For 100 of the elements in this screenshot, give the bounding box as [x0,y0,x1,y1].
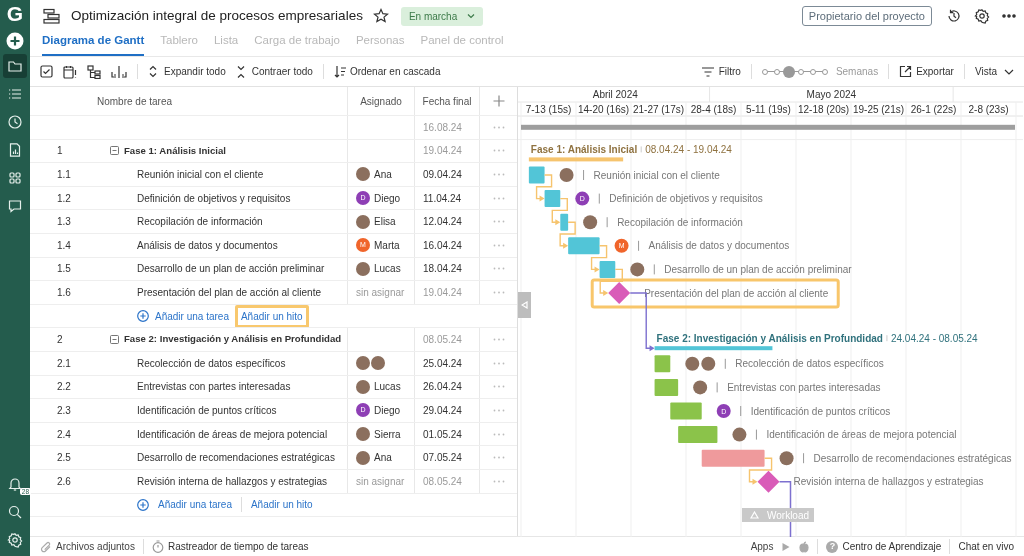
assignee-name: Ana [374,451,392,466]
task-name: Desarrollo de recomendaciones estratégicas [137,451,335,466]
add-icon[interactable] [6,32,24,50]
zoom-slider[interactable] [761,65,828,78]
week-label: 2-8 (23s) [968,103,1009,115]
phase-dates: 24.04.24 - 08.05.24 [890,333,978,345]
task-label: Recopilación de información [617,216,743,228]
logo[interactable]: G [6,2,24,26]
export-icon [899,65,913,78]
avatar-photo [693,380,708,395]
tab[interactable]: Diagrama de Gantt [42,32,145,56]
task-name: Recolección de datos específicos [137,356,286,371]
more-icon[interactable] [1002,14,1016,18]
date-cell-text: 11.04.24 [423,191,462,206]
live-chat-link[interactable]: Chat en vivo [958,539,1014,554]
paperclip-icon [40,540,52,553]
apple-icon[interactable] [799,540,810,553]
milestone-label: Presentación del plan de acción al cliente [644,287,829,299]
assignee-name: Ana [374,168,392,182]
time-tracker-link[interactable]: Rastreador de tiempo de tareas [151,539,309,554]
task-name: Reunión inicial con el cliente [137,168,264,182]
add-task-link[interactable]: Añadir una tarea [152,307,232,325]
star-icon[interactable] [372,8,389,24]
add-milestone-link[interactable]: Añadir un hito [247,496,316,514]
date-cell-text: 09.04.24 [423,168,462,182]
hierarchy-icon[interactable] [87,64,101,79]
assignee-name: sin asignar [356,474,405,489]
add-milestone-link[interactable]: Añadir un hito [234,304,309,328]
checkbox-icon[interactable] [40,65,53,78]
milestone-label: Revisión interna de hallazgos y estrategias [793,476,984,488]
help-icon: ? [826,540,839,553]
history-icon[interactable] [946,8,962,24]
task-name: Presentación del plan de acción al cliente [137,285,321,300]
task-label: Identificación de áreas de mejora potencial [766,429,957,441]
add-task-link[interactable]: Añadir una tarea [155,496,235,514]
settings-icon[interactable] [974,8,990,24]
caret-icon [1004,68,1014,75]
chat-icon [7,198,23,214]
avatar-photo [356,379,370,394]
grid-icon [7,170,23,186]
task-name: Identificación de puntos críticos [137,403,277,418]
week-label: 12-18 (20s) [797,103,850,115]
toolbar-button[interactable]: Expandir todo [148,64,226,79]
week-label: 21-27 (17s) [632,103,685,115]
task-name: Definición de objetivos y requisitos [137,191,291,206]
task-label: Identificación de puntos críticos [750,405,891,417]
gantt-icon [43,8,61,24]
attachments-link[interactable]: Archivos adjuntos [40,539,135,554]
task-number: 2.1 [57,356,71,371]
task-name: Identificación de áreas de mejora potencial [137,427,328,442]
help-link[interactable]: ? Centro de Aprendizaje [826,539,942,554]
task-number: 2.5 [57,451,71,466]
filter-button[interactable]: Filtro [700,64,741,79]
toolbar-button[interactable]: Ordenar en cascada [333,64,441,79]
avatar-photo [583,215,598,230]
task-number: 1.3 [57,215,71,230]
sidebar-item[interactable] [3,54,27,78]
avatar-photo [356,450,370,465]
play-icon[interactable] [781,541,792,552]
task-name: Recopilación de información [137,215,263,230]
filter-icon [700,65,715,78]
bell-icon[interactable] [7,476,23,492]
date-cell-text: 29.04.24 [423,403,462,418]
date-cell-text: 08.05.24 [423,333,462,348]
avatar-photo [779,451,794,466]
stopwatch-icon [151,540,164,553]
date-cell-text: 25.04.24 [423,356,462,371]
column-width-icon[interactable] [111,64,127,79]
apps-label: Apps [750,540,774,554]
owner-button[interactable]: Propietario del proyecto [801,5,932,27]
clock-icon [7,114,23,130]
search-icon[interactable] [7,504,23,520]
export-button[interactable]: Exportar [899,64,954,79]
task-label: Entrevistas con partes interesadas [727,381,881,393]
avatar-photo [559,168,574,182]
panel-toggle-button[interactable] [518,292,531,318]
assignee-name: Elisa [374,215,396,230]
collapse-icon[interactable] [110,146,119,156]
task-name: Desarrollo de un plan de acción preliminar [137,262,325,277]
list-icon [7,86,23,102]
assignee-name: sin asignar [356,285,405,300]
avatar-photo [356,356,370,371]
view-dropdown[interactable]: Vista [974,64,1014,79]
add-column-icon[interactable] [492,95,505,107]
add-circle-icon[interactable] [137,310,149,323]
project-title: Optimización integral de procesos empresariales [71,6,363,25]
date-cell-text: 01.05.24 [423,427,462,442]
slider-thumb[interactable] [782,65,795,78]
status-dropdown[interactable]: En marcha [400,6,484,26]
collapse-icon[interactable] [110,335,119,345]
month-label: Mayo 2024 [806,89,857,100]
task-number: 2.6 [57,474,71,489]
add-circle-icon[interactable] [137,498,149,511]
assignee-name: Lucas [374,380,401,395]
toolbar-button[interactable]: Contraer todo [235,64,313,79]
task-number: 1.6 [57,285,71,300]
task-name: Análisis de datos y documentos [137,238,278,253]
calendar-icon[interactable] [63,64,77,79]
week-label: 26-1 (22s) [910,103,957,115]
zoom-label: Semanas [835,65,879,79]
